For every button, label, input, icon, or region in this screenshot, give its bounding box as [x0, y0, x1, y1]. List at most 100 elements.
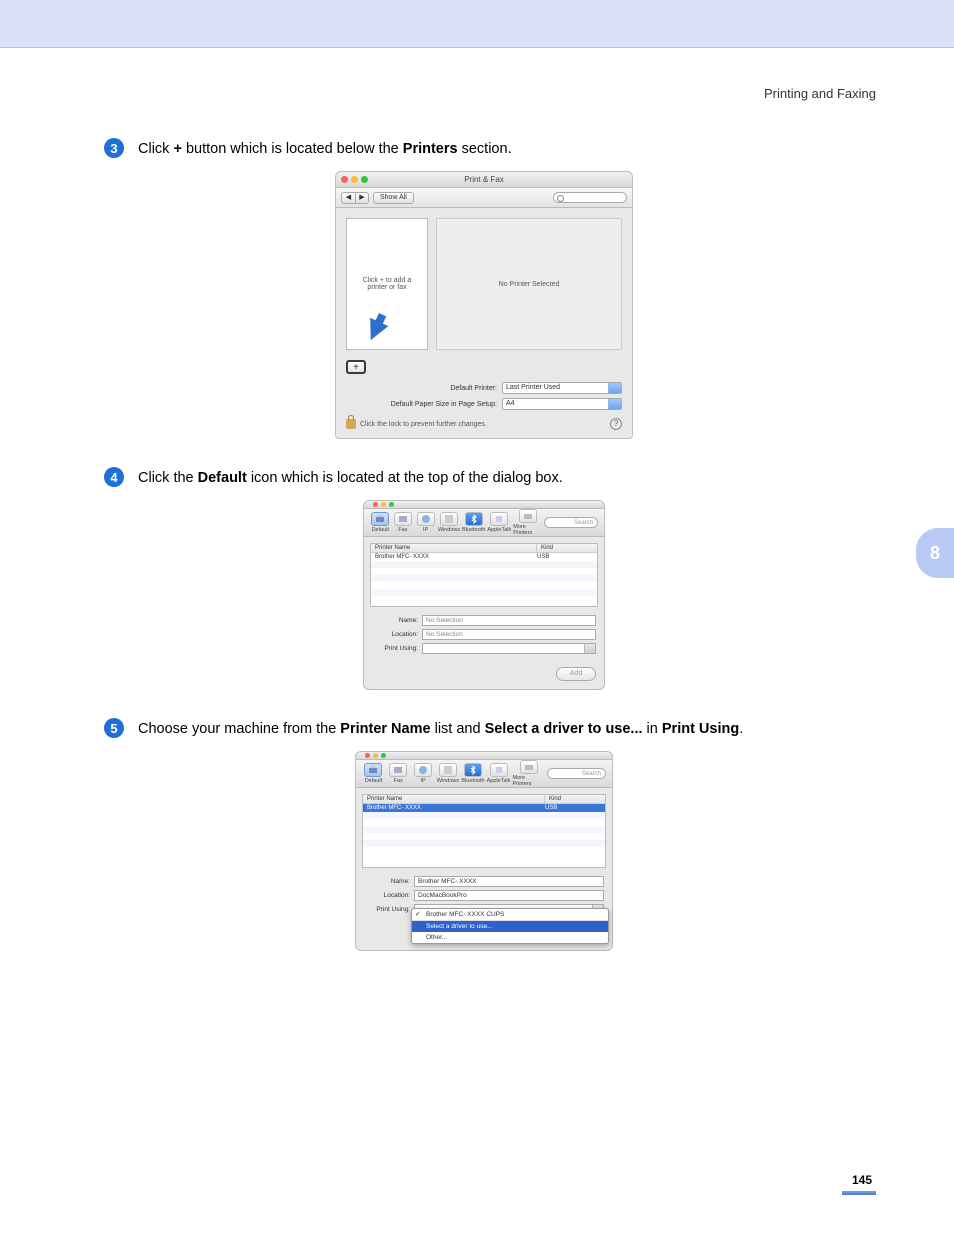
location-field[interactable]: DocMacBookPro	[414, 890, 604, 901]
chapter-tab: 8	[916, 528, 954, 578]
dialog-titlebar	[356, 752, 612, 760]
toolbar-appletalk[interactable]: AppleTalk	[487, 763, 511, 784]
toolbar-fax[interactable]: Fax	[393, 512, 414, 533]
col-printer-name: Printer Name	[371, 544, 537, 552]
toolbar-more-printers[interactable]: More Printers	[513, 509, 542, 536]
add-printer-button[interactable]: +	[346, 360, 366, 374]
search-field[interactable]	[553, 192, 627, 203]
minimize-icon[interactable]	[373, 753, 378, 758]
page-header-section: Printing and Faxing	[764, 86, 876, 101]
location-field[interactable]: No Selection	[422, 629, 596, 640]
dropdown-item-checked[interactable]: Brother MFC- XXXX CUPS	[412, 909, 608, 920]
toolbar-windows[interactable]: Windows	[438, 512, 460, 533]
list-empty-rows	[363, 812, 605, 854]
print-using-select[interactable]	[422, 643, 596, 654]
appletalk-icon	[490, 763, 508, 777]
location-value: DocMacBookPro	[418, 892, 467, 899]
step-5-b2: Select a driver to use...	[485, 721, 643, 737]
toolbar-default-label: Default	[372, 527, 389, 533]
toolbar-ip[interactable]: IP	[412, 763, 435, 784]
list-row-selected[interactable]: Brother MFC- XXXX USB	[363, 804, 605, 812]
toolbar-bluetooth-label: Bluetooth	[462, 527, 485, 533]
nav-back-button[interactable]: ◀	[341, 192, 355, 204]
toolbar-more-printers[interactable]: More Printers	[512, 760, 544, 787]
name-label: Name:	[364, 878, 410, 885]
toolbar-windows[interactable]: Windows	[437, 763, 460, 784]
toolbar-default[interactable]: Default	[370, 512, 391, 533]
name-value: No Selection	[426, 617, 463, 624]
fax-icon	[394, 512, 412, 526]
row-kind: USB	[545, 805, 601, 811]
nav-forward-button[interactable]: ▶	[355, 192, 369, 204]
toolbar-default[interactable]: Default	[362, 763, 385, 784]
default-printer-value: Last Printer Used	[506, 384, 560, 391]
appletalk-icon	[490, 512, 508, 526]
step-3-b2: Printers	[403, 141, 458, 157]
window-title: Print & Fax	[336, 175, 632, 184]
close-icon[interactable]	[373, 502, 378, 507]
dialog-toolbar: Default Fax IP Windows Bluetooth AppleTa…	[364, 509, 604, 537]
ip-icon	[417, 512, 435, 526]
col-kind: Kind	[545, 795, 605, 803]
window-titlebar: Print & Fax	[336, 172, 632, 188]
minimize-icon[interactable]	[381, 502, 386, 507]
printer-results-list[interactable]: Printer Name Kind Brother MFC- XXXX USB	[362, 794, 606, 868]
toolbar-ip[interactable]: IP	[415, 512, 436, 533]
bluetooth-icon	[465, 512, 483, 526]
location-value: No Selection	[426, 631, 463, 638]
toolbar-bluetooth[interactable]: Bluetooth	[461, 763, 484, 784]
step-4-text: Click the Default icon which is located …	[138, 467, 563, 488]
page-number-accent	[842, 1191, 876, 1195]
step-5-badge: 5	[104, 718, 124, 738]
toolbar-bluetooth[interactable]: Bluetooth	[462, 512, 485, 533]
show-all-button[interactable]: Show All	[373, 192, 414, 204]
row-printer-name: Brother MFC- XXXX	[367, 805, 545, 811]
printers-list[interactable]: Click + to add a printer or fax	[346, 218, 428, 350]
col-printer-name: Printer Name	[363, 795, 545, 803]
add-printer-dialog-2-wrapper: Default Fax IP Windows Bluetooth AppleTa…	[355, 751, 613, 951]
close-icon[interactable]	[365, 753, 370, 758]
step-4: 4 Click the Default icon which is locate…	[104, 467, 864, 690]
step-5-mid2: in	[643, 721, 662, 737]
more-printers-icon	[519, 509, 537, 523]
lock-icon[interactable]	[346, 419, 356, 429]
callout-arrow-icon	[362, 318, 389, 345]
zoom-icon[interactable]	[381, 753, 386, 758]
name-label: Name:	[372, 617, 418, 624]
step-3-text: Click + button which is located below th…	[138, 138, 512, 159]
toolbar-appletalk[interactable]: AppleTalk	[487, 512, 511, 533]
list-empty-rows	[371, 561, 597, 596]
location-label: Location:	[364, 892, 410, 899]
traffic-lights[interactable]	[360, 753, 386, 758]
default-printer-select[interactable]: Last Printer Used	[502, 382, 622, 394]
dialog-search-field[interactable]: Search	[544, 517, 598, 528]
content-area: 3 Click + button which is located below …	[104, 138, 864, 979]
toolbar-fax-label: Fax	[394, 778, 403, 784]
list-row[interactable]: Brother MFC- XXXX USB	[371, 553, 597, 561]
print-using-dropdown[interactable]: Brother MFC- XXXX CUPS Select a driver t…	[411, 908, 609, 944]
step-5-text: Choose your machine from the Printer Nam…	[138, 718, 743, 739]
dialog-titlebar	[364, 501, 604, 509]
paper-size-select[interactable]: A4	[502, 398, 622, 410]
dialog-search-field[interactable]: Search	[547, 768, 606, 779]
zoom-icon[interactable]	[389, 502, 394, 507]
toolbar-windows-label: Windows	[438, 527, 460, 533]
nav-buttons[interactable]: ◀ ▶	[341, 192, 369, 204]
traffic-lights[interactable]	[368, 502, 394, 507]
row-kind: USB	[537, 554, 593, 560]
step-3-badge: 3	[104, 138, 124, 158]
help-button[interactable]: ?	[610, 418, 622, 430]
toolbar-fax[interactable]: Fax	[387, 763, 410, 784]
toolbar-fax-label: Fax	[398, 527, 407, 533]
dropdown-item-highlighted[interactable]: Select a driver to use...	[412, 921, 608, 932]
lock-text: Click the lock to prevent further change…	[360, 421, 487, 428]
dialog-toolbar: Default Fax IP Windows Bluetooth AppleTa…	[356, 760, 612, 788]
list-header: Printer Name Kind	[371, 544, 597, 553]
name-field[interactable]: Brother MFC- XXXX	[414, 876, 604, 887]
add-printer-dialog-1: Default Fax IP Windows Bluetooth AppleTa…	[363, 500, 605, 690]
add-button[interactable]: Add	[556, 667, 596, 681]
default-icon	[371, 512, 389, 526]
printer-results-list[interactable]: Printer Name Kind Brother MFC- XXXX USB	[370, 543, 598, 607]
name-field[interactable]: No Selection	[422, 615, 596, 626]
dropdown-item-other[interactable]: Other...	[412, 932, 608, 943]
